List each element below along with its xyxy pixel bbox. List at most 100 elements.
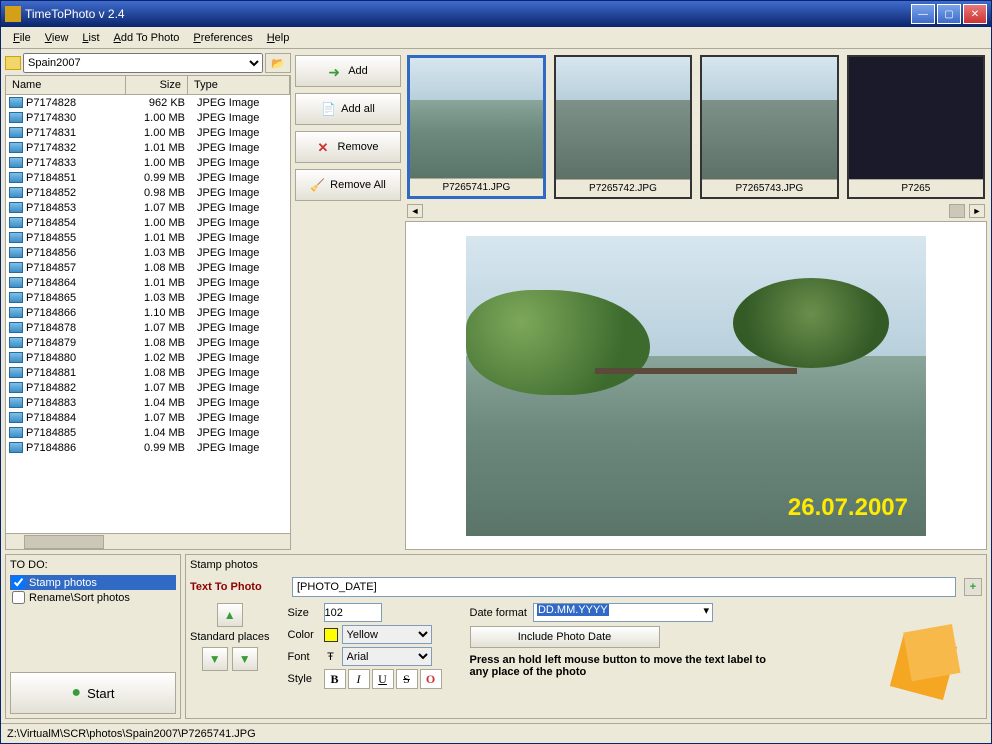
date-stamp-overlay[interactable]: 26.07.2007 (788, 494, 908, 522)
file-row[interactable]: P71848851.04 MBJPEG Image (6, 425, 290, 440)
color-swatch (324, 628, 338, 642)
menu-add-to-photo[interactable]: Add To Photo (108, 30, 186, 46)
file-row[interactable]: P71848651.03 MBJPEG Image (6, 290, 290, 305)
image-file-icon (9, 262, 23, 273)
thumbnails-scrollbar[interactable]: ◄ ► (405, 203, 987, 219)
image-file-icon (9, 97, 23, 108)
scroll-thumb[interactable] (949, 204, 965, 218)
bold-button[interactable]: B (324, 669, 346, 689)
scroll-right-button[interactable]: ► (969, 204, 985, 218)
menu-help[interactable]: Help (261, 30, 296, 46)
menubar: File View List Add To Photo Preferences … (1, 27, 991, 49)
file-row[interactable]: P71748301.00 MBJPEG Image (6, 110, 290, 125)
thumbnail[interactable]: P7265743.JPG (700, 55, 838, 199)
file-row[interactable]: P71848781.07 MBJPEG Image (6, 320, 290, 335)
image-file-icon (9, 367, 23, 378)
todo-stamp-photos[interactable]: Stamp photos (10, 575, 176, 590)
file-row[interactable]: P71848571.08 MBJPEG Image (6, 260, 290, 275)
file-row[interactable]: P71848821.07 MBJPEG Image (6, 380, 290, 395)
image-file-icon (9, 412, 23, 423)
file-row[interactable]: P71848541.00 MBJPEG Image (6, 215, 290, 230)
thumbnail[interactable]: P7265741.JPG (407, 55, 546, 199)
image-file-icon (9, 442, 23, 453)
folder-icon (5, 56, 21, 70)
preview-image[interactable]: 26.07.2007 (466, 236, 926, 536)
close-button[interactable]: ✕ (963, 4, 987, 24)
file-row[interactable]: P71748321.01 MBJPEG Image (6, 140, 290, 155)
file-row[interactable]: P71748331.00 MBJPEG Image (6, 155, 290, 170)
color-label: Color (288, 629, 320, 641)
text-to-photo-input[interactable] (292, 577, 956, 597)
image-file-icon (9, 292, 23, 303)
image-file-icon (9, 112, 23, 123)
file-row[interactable]: P71848801.02 MBJPEG Image (6, 350, 290, 365)
move-up-button[interactable]: ▲ (217, 603, 243, 627)
move-down-button[interactable]: ▼ (202, 647, 228, 671)
minimize-button[interactable]: — (911, 4, 935, 24)
file-row[interactable]: P71848860.99 MBJPEG Image (6, 440, 290, 455)
file-row[interactable]: P71848551.01 MBJPEG Image (6, 230, 290, 245)
scroll-left-button[interactable]: ◄ (407, 204, 423, 218)
menu-file[interactable]: File (7, 30, 37, 46)
menu-list[interactable]: List (76, 30, 105, 46)
size-input[interactable] (324, 603, 382, 622)
thumbnail-caption: P7265743.JPG (702, 179, 836, 197)
thumbnail-caption: P7265 (849, 179, 983, 197)
font-icon: Ŧ (324, 651, 338, 663)
image-file-icon (9, 187, 23, 198)
file-row[interactable]: P71848510.99 MBJPEG Image (6, 170, 290, 185)
maximize-button[interactable]: ▢ (937, 4, 961, 24)
file-row[interactable]: P71848641.01 MBJPEG Image (6, 275, 290, 290)
thumbnail[interactable]: P7265742.JPG (554, 55, 692, 199)
image-file-icon (9, 247, 23, 258)
file-row[interactable]: P71848811.08 MBJPEG Image (6, 365, 290, 380)
size-label: Size (288, 607, 320, 619)
image-file-icon (9, 217, 23, 228)
add-button[interactable]: Add (295, 55, 401, 87)
strike-button[interactable]: S (396, 669, 418, 689)
file-row[interactable]: P71848831.04 MBJPEG Image (6, 395, 290, 410)
menu-preferences[interactable]: Preferences (187, 30, 258, 46)
date-format-select[interactable]: DD.MM.YYYY▾ (533, 603, 713, 622)
col-header-type[interactable]: Type (188, 76, 290, 94)
style-label: Style (288, 673, 320, 685)
col-header-name[interactable]: Name (6, 76, 126, 94)
date-format-label: Date format (470, 607, 527, 619)
file-row[interactable]: P71748311.00 MBJPEG Image (6, 125, 290, 140)
move-down-button-2[interactable]: ▼ (232, 647, 258, 671)
italic-button[interactable]: I (348, 669, 370, 689)
add-field-button[interactable]: + (964, 578, 982, 596)
menu-view[interactable]: View (39, 30, 75, 46)
image-file-icon (9, 352, 23, 363)
folder-select[interactable]: Spain2007 (23, 53, 263, 73)
image-file-icon (9, 202, 23, 213)
remove-button[interactable]: Remove (295, 131, 401, 163)
todo-rename-sort[interactable]: Rename\Sort photos (10, 590, 176, 605)
hint-text: Press an hold left mouse button to move … (470, 654, 770, 678)
status-bar: Z:\VirtualM\SCR\photos\Spain2007\P726574… (1, 723, 991, 743)
image-file-icon (9, 397, 23, 408)
file-hscroll[interactable] (6, 533, 290, 549)
browse-folder-button[interactable]: 📂 (265, 53, 291, 73)
todo-heading: TO DO: (10, 559, 176, 571)
color-select[interactable]: Yellow (342, 625, 432, 644)
remove-all-button[interactable]: Remove All (295, 169, 401, 201)
image-file-icon (9, 127, 23, 138)
file-row[interactable]: P71848531.07 MBJPEG Image (6, 200, 290, 215)
start-button[interactable]: Start (10, 672, 176, 714)
font-select[interactable]: Arial (342, 647, 432, 666)
file-row[interactable]: P71848561.03 MBJPEG Image (6, 245, 290, 260)
outline-button[interactable]: O (420, 669, 442, 689)
add-all-button[interactable]: Add all (295, 93, 401, 125)
underline-button[interactable]: U (372, 669, 394, 689)
thumbnail[interactable]: P7265 (847, 55, 985, 199)
col-header-size[interactable]: Size (126, 76, 188, 94)
file-row[interactable]: P71848661.10 MBJPEG Image (6, 305, 290, 320)
file-row[interactable]: P71848841.07 MBJPEG Image (6, 410, 290, 425)
include-photo-date-button[interactable]: Include Photo Date (470, 626, 660, 648)
file-row[interactable]: P71848520.98 MBJPEG Image (6, 185, 290, 200)
file-rows[interactable]: P7174828962 KBJPEG ImageP71748301.00 MBJ… (6, 95, 290, 533)
file-row[interactable]: P7174828962 KBJPEG Image (6, 95, 290, 110)
preview-panel: 26.07.2007 (405, 221, 987, 550)
file-row[interactable]: P71848791.08 MBJPEG Image (6, 335, 290, 350)
